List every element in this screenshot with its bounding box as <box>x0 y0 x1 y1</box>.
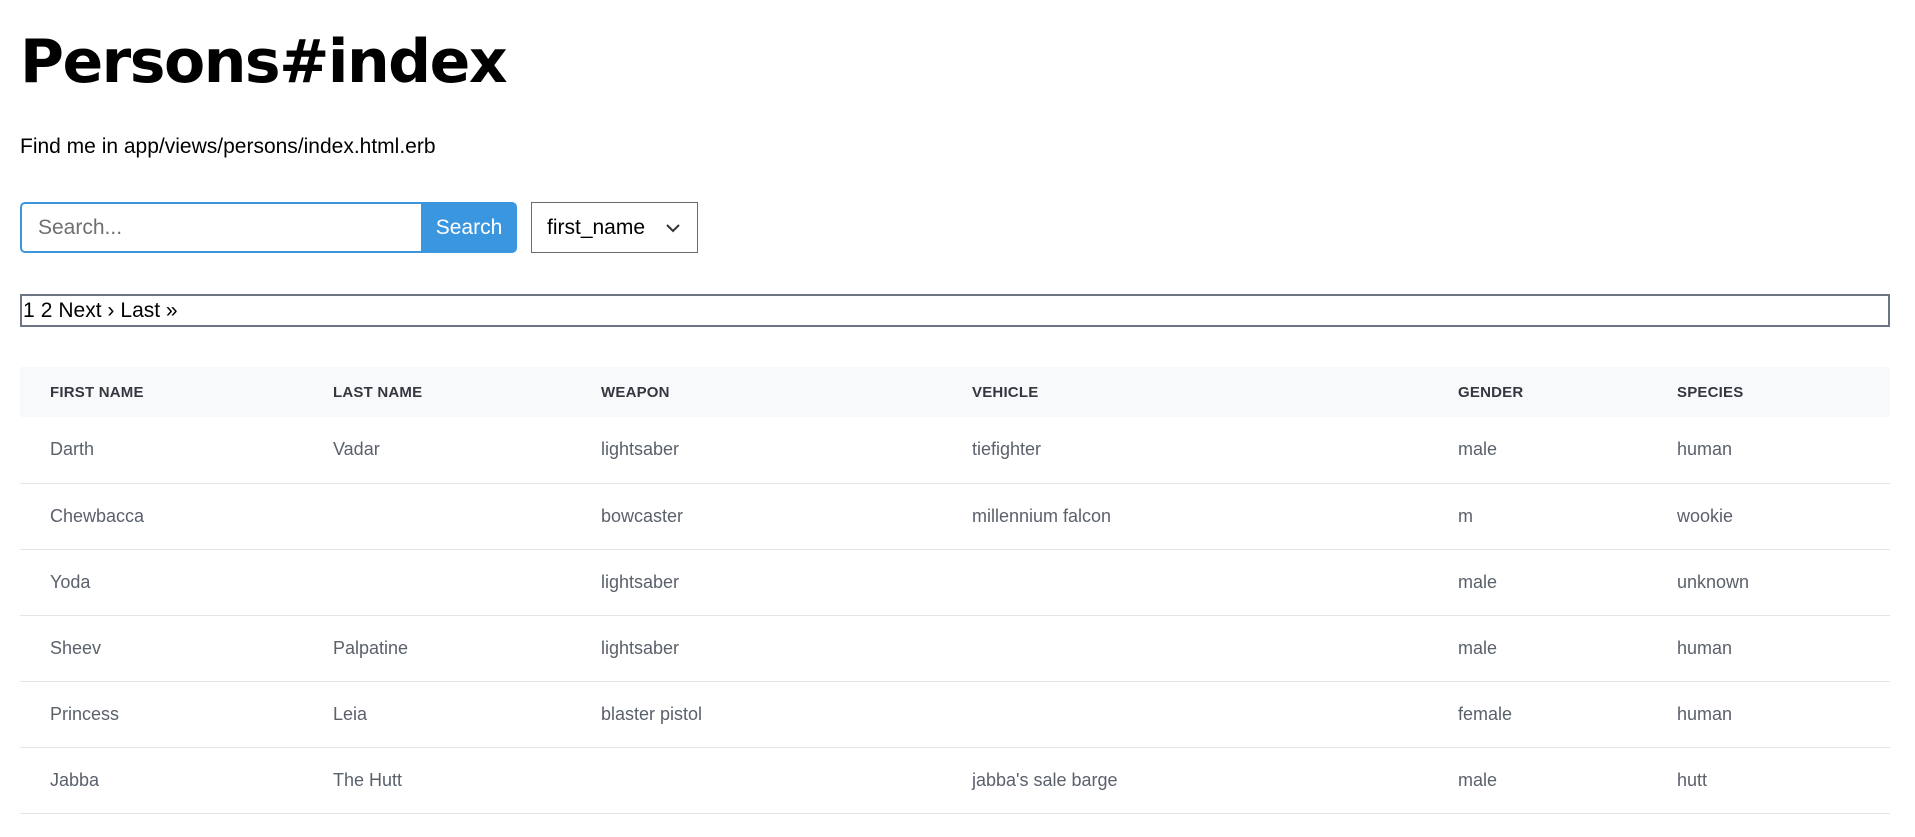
table-body: Darth Vadar lightsaber tiefighter male h… <box>20 417 1890 813</box>
cell-first-name: Yoda <box>50 571 91 592</box>
cell-weapon <box>571 747 942 813</box>
column-header-last-name: LAST NAME <box>333 383 423 401</box>
cell-gender: m <box>1458 505 1473 526</box>
pagination-page-2[interactable]: 2 <box>41 299 53 323</box>
search-button[interactable]: Search <box>421 202 517 253</box>
column-header-gender: GENDER <box>1458 383 1524 401</box>
table-header-row: FIRST NAME LAST NAME WEAPON VEHICLE GEND… <box>20 367 1890 417</box>
cell-first-name: Jabba <box>50 769 100 790</box>
column-header-first-name: FIRST NAME <box>50 383 144 401</box>
cell-last-name: Vadar <box>333 439 380 460</box>
cell-last-name: Palpatine <box>333 637 409 658</box>
sort-field-selected-value: first_name <box>547 215 646 239</box>
table-row: Sheev Palpatine lightsaber male human <box>20 615 1890 681</box>
table-header: FIRST NAME LAST NAME WEAPON VEHICLE GEND… <box>20 367 1890 417</box>
table-row: Chewbacca bowcaster millennium falcon m … <box>20 483 1890 549</box>
cell-vehicle <box>942 549 1428 615</box>
page-subtitle: Find me in app/views/persons/index.html.… <box>20 135 436 158</box>
cell-gender: male <box>1458 637 1498 658</box>
cell-species: human <box>1677 637 1733 658</box>
column-header-species: SPECIES <box>1677 383 1744 401</box>
cell-last-name <box>303 549 571 615</box>
cell-vehicle <box>942 615 1428 681</box>
cell-weapon: lightsaber <box>601 571 680 592</box>
table-row: Princess Leia blaster pistol female huma… <box>20 681 1890 747</box>
cell-vehicle: tiefighter <box>972 439 1042 460</box>
cell-species: wookie <box>1677 505 1734 526</box>
column-header-weapon: WEAPON <box>601 383 670 401</box>
cell-last-name: Leia <box>333 703 368 724</box>
sort-field-select[interactable]: first_name <box>531 202 698 253</box>
search-form: Search <box>20 202 517 253</box>
chevron-down-icon <box>666 223 680 232</box>
cell-weapon: bowcaster <box>601 505 684 526</box>
cell-vehicle: jabba's sale barge <box>972 769 1118 790</box>
cell-first-name: Princess <box>50 703 120 724</box>
cell-vehicle <box>942 681 1428 747</box>
cell-species: human <box>1677 439 1733 460</box>
cell-gender: male <box>1458 439 1498 460</box>
persons-table: FIRST NAME LAST NAME WEAPON VEHICLE GEND… <box>20 367 1890 814</box>
pagination-last-link[interactable]: Last » <box>120 299 177 323</box>
pagination: 1 2 Next › Last » <box>20 294 1890 327</box>
cell-weapon: lightsaber <box>601 637 680 658</box>
table-row: Jabba The Hutt jabba's sale barge male h… <box>20 747 1890 813</box>
cell-species: hutt <box>1677 769 1708 790</box>
page: Persons#index Find me in app/views/perso… <box>0 0 1915 837</box>
page-title: Persons#index <box>20 27 508 97</box>
table-row: Darth Vadar lightsaber tiefighter male h… <box>20 417 1890 483</box>
pagination-page-1: 1 <box>23 298 35 322</box>
cell-last-name: The Hutt <box>333 769 403 790</box>
cell-species: unknown <box>1677 571 1750 592</box>
cell-first-name: Darth <box>50 439 95 460</box>
column-header-vehicle: VEHICLE <box>972 383 1039 401</box>
cell-weapon: blaster pistol <box>601 703 703 724</box>
cell-gender: male <box>1458 769 1498 790</box>
cell-first-name: Chewbacca <box>50 505 145 526</box>
cell-first-name: Sheev <box>50 637 102 658</box>
cell-last-name <box>303 483 571 549</box>
search-input[interactable] <box>20 202 421 253</box>
cell-gender: female <box>1458 703 1513 724</box>
cell-species: human <box>1677 703 1733 724</box>
pagination-next-link[interactable]: Next › <box>58 299 114 323</box>
cell-vehicle: millennium falcon <box>972 505 1112 526</box>
cell-weapon: lightsaber <box>601 439 680 460</box>
table-row: Yoda lightsaber male unknown <box>20 549 1890 615</box>
cell-gender: male <box>1458 571 1498 592</box>
